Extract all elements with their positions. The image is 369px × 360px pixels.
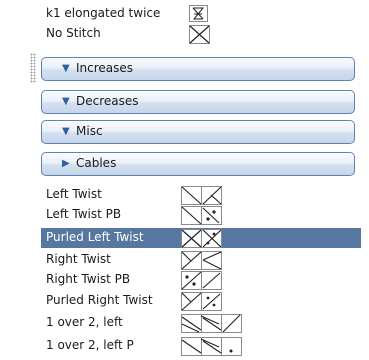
stitch-label: Right Twist PB <box>46 272 131 286</box>
no-stitch-symbol-icon <box>189 25 211 48</box>
group-label: Decreases <box>76 94 139 108</box>
group-label: Increases <box>76 61 134 75</box>
group-header-misc[interactable]: ▼ Misc <box>41 120 355 144</box>
purled-left-twist-symbol-icon <box>181 229 223 252</box>
one-over-two-left-p-symbol-icon <box>181 337 243 360</box>
stitch-label: Left Twist <box>46 187 102 201</box>
group-header-increases[interactable]: ▼ Increases <box>41 57 355 81</box>
stitch-row-right-twist-pb[interactable]: Right Twist PB <box>41 270 361 290</box>
stitch-row-k1-elongated-twice[interactable]: k1 elongated twice <box>41 4 361 24</box>
expanded-triangle-icon: ▼ <box>62 126 70 137</box>
stitch-label: Purled Right Twist <box>46 293 153 307</box>
one-over-two-left-symbol-icon <box>181 314 243 337</box>
expanded-triangle-icon: ▼ <box>62 96 70 107</box>
stitch-row-1-over-2-left[interactable]: 1 over 2, left <box>41 313 361 333</box>
panel-resize-grip[interactable] <box>30 53 36 83</box>
stitch-label: 1 over 2, left <box>46 315 123 329</box>
stitch-row-purled-left-twist[interactable]: Purled Left Twist <box>41 228 361 248</box>
stitch-row-no-stitch[interactable]: No Stitch <box>41 24 361 44</box>
stitch-row-left-twist[interactable]: Left Twist <box>41 185 361 205</box>
group-header-cables[interactable]: ▶ Cables <box>41 152 355 176</box>
stitch-row-1-over-2-left-p[interactable]: 1 over 2, left P <box>41 336 361 356</box>
stitch-label: k1 elongated twice <box>46 6 161 20</box>
group-label: Cables <box>76 156 117 170</box>
stitch-label: Right Twist <box>46 252 111 266</box>
expanded-triangle-icon: ▼ <box>62 63 70 74</box>
stitch-row-left-twist-pb[interactable]: Left Twist PB <box>41 205 361 225</box>
stitch-label: Purled Left Twist <box>46 230 144 244</box>
stitch-row-right-twist[interactable]: Right Twist <box>41 250 361 270</box>
left-twist-pb-symbol-icon <box>181 206 223 229</box>
purled-right-twist-symbol-icon <box>181 292 223 315</box>
group-label: Misc <box>76 124 103 138</box>
stitch-label: 1 over 2, left P <box>46 338 134 352</box>
stitch-label: Left Twist PB <box>46 207 122 221</box>
stitch-palette-panel: k1 elongated twice No Stitch ▼ Increases… <box>0 0 369 356</box>
group-header-decreases[interactable]: ▼ Decreases <box>41 90 355 114</box>
stitch-row-purled-right-twist[interactable]: Purled Right Twist <box>41 291 361 311</box>
stitch-label: No Stitch <box>46 26 101 40</box>
collapsed-triangle-icon: ▶ <box>62 158 70 169</box>
